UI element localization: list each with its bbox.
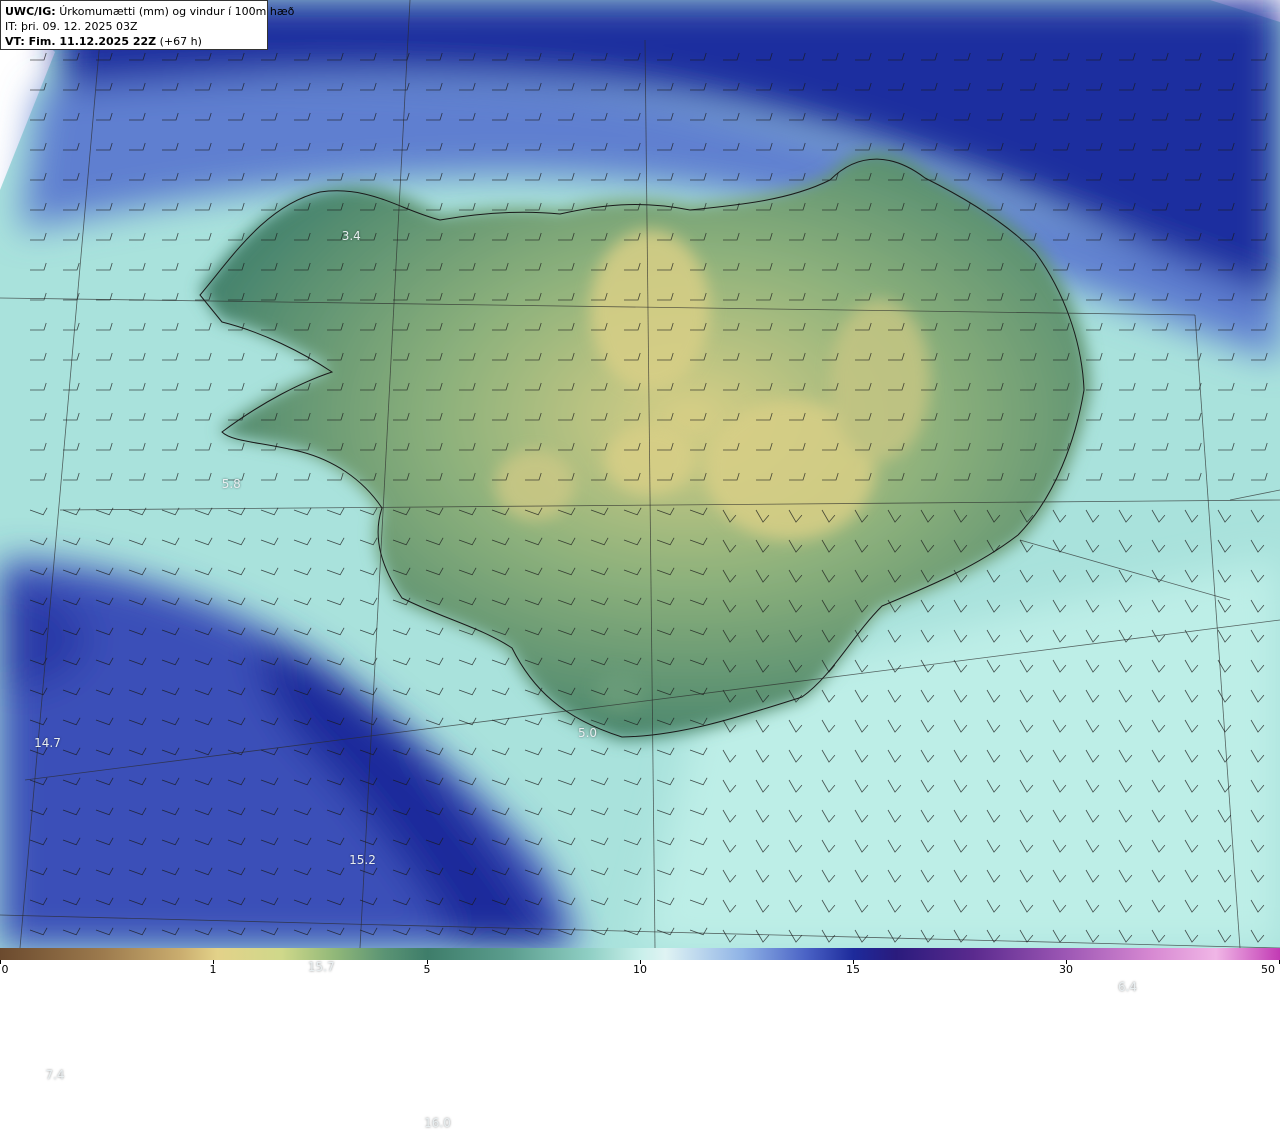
precip-value-label: 14.7 [34,736,61,750]
field-description: Úrkomumætti (mm) og vindur í 100m hæð [59,5,295,18]
precip-value-label: 6.4 [1117,979,1138,994]
title-line-model: UWC/IG: Úrkomumætti (mm) og vindur í 100… [5,4,294,19]
colorbar-tick-label: 1 [209,963,217,976]
colorbar-ticks: 0 1 5 10 15 30 50 [0,960,1280,978]
highland-north [590,230,710,390]
map-canvas [0,0,1280,948]
initial-time: IT: þri. 09. 12. 2025 03Z [5,20,138,33]
precip-value-label: 5.0 [577,726,598,741]
precip-value-label: 7.4 [45,1067,65,1082]
colorbar [0,948,1280,960]
precip-value-label: 16.0 [424,1116,451,1130]
colorbar-tick-label: 0 [1,963,9,976]
precip-value-label: 5.8 [221,476,241,491]
colorbar-tick-label: 50 [1261,963,1275,976]
valid-time: VT: Fim. 11.12.2025 22Z [5,35,157,48]
colorbar-tick-label: 30 [1059,963,1073,976]
model-name: UWC/IG: [5,5,56,18]
lead-time: (+67 h) [159,35,202,48]
precip-value-label: 15.2 [349,853,376,867]
precip-value-label: 3.4 [341,229,361,243]
colorbar-tick-label: 15 [846,963,860,976]
map-title-box: UWC/IG: Úrkomumætti (mm) og vindur í 100… [0,0,294,50]
precipitation-map [0,0,1280,948]
colorbar-tick-label: 5 [423,963,431,976]
title-line-valid: VT: Fim. 11.12.2025 22Z (+67 h) [5,34,263,49]
colorbar-tick-label: 10 [633,963,647,976]
highland-west [495,450,575,520]
highland-east [830,300,930,460]
